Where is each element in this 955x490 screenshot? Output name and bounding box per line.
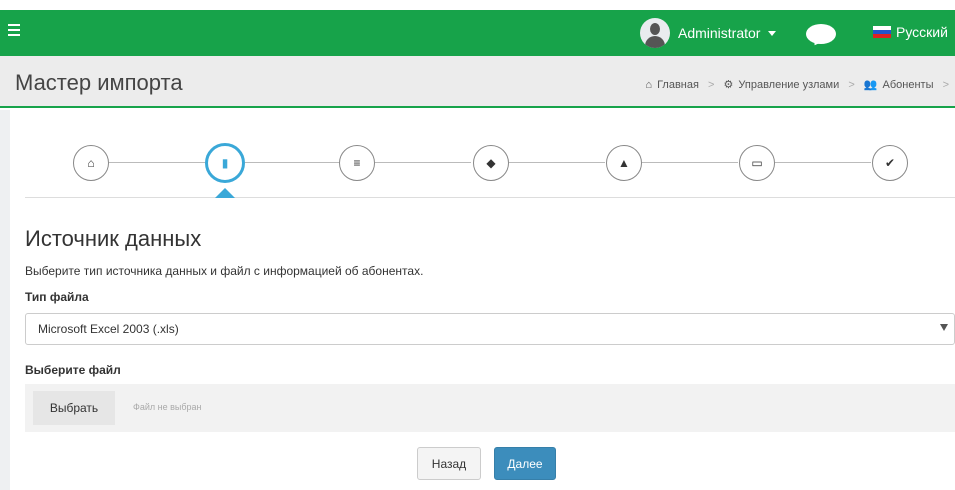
chevron-down-icon (768, 30, 777, 36)
file-input[interactable]: Выбрать Файл не выбран (25, 384, 955, 432)
chat-icon[interactable] (806, 24, 836, 44)
lock-icon: ▲ (618, 156, 630, 170)
page-title: Мастер импорта (15, 70, 183, 95)
left-strip (0, 110, 10, 490)
top-navbar: Administrator Русский (0, 0, 955, 60)
step-connector (509, 162, 605, 163)
language-label: Русский (896, 24, 948, 40)
user-menu[interactable]: Administrator (640, 18, 777, 48)
choose-file-label: Выберите файл (25, 363, 121, 377)
step-lock[interactable]: ▲ (606, 145, 642, 181)
step-home[interactable]: ⌂ (73, 145, 109, 181)
step-check[interactable]: ✔ (872, 145, 908, 181)
main-content: ⌂ ▮ ≡ ◆ ▲ ▭ ✔ Источник данных Выберите т… (0, 110, 955, 490)
step-connector (109, 162, 205, 163)
home-icon: ⌂ (645, 79, 653, 91)
title-bar: Мастер импорта ⌂ Главная > ⚙ Управление уз… (0, 56, 955, 108)
breadcrumb-subscribers[interactable]: Абоненты (883, 79, 934, 91)
file-type-label: Тип файла (25, 290, 89, 304)
section-title: Источник данных (25, 226, 202, 251)
breadcrumb-separator: > (848, 79, 855, 91)
breadcrumb-separator: > (942, 79, 949, 91)
breadcrumb-home[interactable]: Главная (657, 79, 699, 91)
step-connector (375, 162, 471, 163)
flag-ru-icon (873, 26, 891, 38)
breadcrumb-separator: > (708, 79, 715, 91)
language-menu[interactable]: Русский (873, 24, 955, 40)
step-connector (775, 162, 871, 163)
nodes-icon: ⚙ (723, 79, 734, 91)
no-file-text: Файл не выбран (133, 402, 202, 412)
step-connector (245, 162, 341, 163)
step-laptop[interactable]: ▭ (739, 145, 775, 181)
file-icon: ▮ (221, 156, 229, 170)
file-type-value: Microsoft Excel 2003 (.xls) (38, 322, 179, 336)
check-icon: ✔ (884, 156, 896, 170)
header-bar: Administrator Русский (0, 10, 955, 56)
list-icon: ≡ (353, 156, 361, 170)
next-button[interactable]: Далее (494, 447, 556, 480)
choose-file-button[interactable]: Выбрать (33, 391, 115, 425)
step-connector (642, 162, 738, 163)
user-name: Administrator (678, 25, 761, 41)
step-tag[interactable]: ◆ (473, 145, 509, 181)
home-icon: ⌂ (87, 156, 95, 170)
breadcrumb: ⌂ Главная > ⚙ Управление узлами > 👥 Абонент… (645, 78, 955, 91)
wizard-steps: ⌂ ▮ ≡ ◆ ▲ ▭ ✔ (25, 124, 955, 198)
tag-icon: ◆ (486, 156, 496, 170)
step-list[interactable]: ≡ (339, 145, 375, 181)
step-file[interactable]: ▮ (205, 143, 245, 183)
file-type-select[interactable]: Microsoft Excel 2003 (.xls) (25, 313, 955, 345)
active-step-pointer (215, 188, 235, 198)
avatar (640, 18, 670, 48)
back-button[interactable]: Назад (417, 447, 481, 480)
users-icon: 👥 (863, 79, 878, 91)
laptop-icon: ▭ (751, 156, 763, 170)
section-description: Выберите тип источника данных и файл с и… (25, 264, 424, 278)
breadcrumb-nodes[interactable]: Управление узлами (738, 79, 839, 91)
dropdown-arrow-icon (940, 324, 948, 331)
menu-icon[interactable] (8, 24, 22, 36)
